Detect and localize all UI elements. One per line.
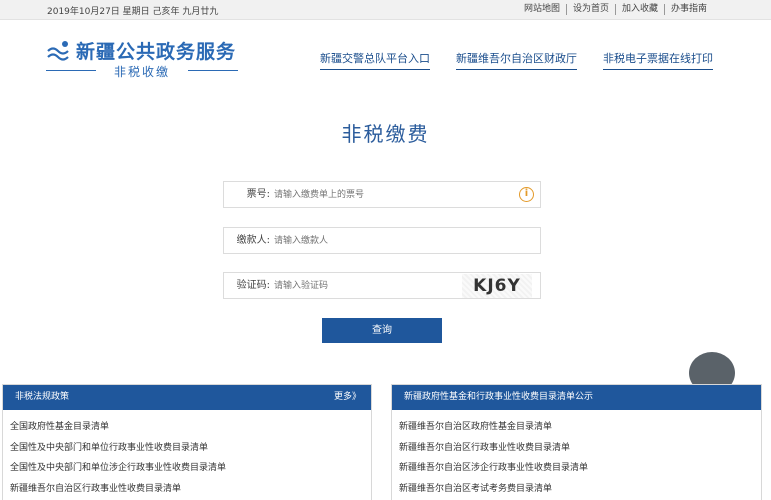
- nav-traffic-police[interactable]: 新疆交警总队平台入口: [320, 50, 430, 70]
- list-item[interactable]: 新疆维吾尔自治区行政事业性收费目录清单: [399, 438, 761, 459]
- list-item[interactable]: 全国政府性基金目录清单: [10, 417, 371, 438]
- payer-field: 缴款人:: [223, 227, 541, 254]
- captcha-field: 验证码: KJ6Y: [223, 272, 541, 299]
- query-button[interactable]: 查询: [322, 318, 442, 343]
- policy-panel-title: 非税法规政策: [15, 392, 70, 402]
- ticket-field: 票号: i: [223, 181, 541, 208]
- list-item[interactable]: 新疆维吾尔自治区涉企行政事业性收费目录清单: [399, 458, 761, 479]
- list-item[interactable]: 全国性及中央部门和单位行政事业性收费目录清单: [10, 438, 371, 459]
- catalog-panel: 新疆政府性基金和行政事业性收费目录清单公示 新疆维吾尔自治区政府性基金目录清单 …: [391, 384, 762, 500]
- captcha-input[interactable]: [270, 275, 450, 296]
- logo-divider-right: [188, 70, 238, 71]
- ticket-label: 票号:: [246, 189, 270, 200]
- payer-input[interactable]: [270, 230, 534, 251]
- service-guide-link[interactable]: 办事指南: [663, 4, 713, 15]
- top-links: 网站地图 设为首页 加入收藏 办事指南: [518, 4, 713, 15]
- ticket-input[interactable]: [270, 184, 510, 205]
- current-date: 2019年10月27日 星期日 己亥年 九月廿九: [47, 7, 219, 17]
- catalog-list: 新疆维吾尔自治区政府性基金目录清单 新疆维吾尔自治区行政事业性收费目录清单 新疆…: [392, 410, 761, 499]
- payer-label: 缴款人:: [236, 235, 270, 246]
- nav-finance-dept[interactable]: 新疆维吾尔自治区财政厅: [456, 50, 577, 70]
- page-title: 非税缴费: [341, 122, 430, 146]
- nav-e-receipt-print[interactable]: 非税电子票据在线打印: [603, 50, 713, 70]
- logo-subtitle: 非税收缴: [113, 65, 170, 79]
- logo-icon: [47, 41, 69, 61]
- top-bar: 2019年10月27日 星期日 己亥年 九月廿九 网站地图 设为首页 加入收藏 …: [0, 0, 771, 20]
- site-map-link[interactable]: 网站地图: [518, 4, 566, 15]
- header: 新疆公共政务服务 非税收缴 新疆交警总队平台入口 新疆维吾尔自治区财政厅 非税电…: [0, 20, 771, 90]
- info-icon[interactable]: i: [519, 187, 534, 202]
- list-item[interactable]: 全国性及中央部门和单位涉企行政事业性收费目录清单: [10, 458, 371, 479]
- more-link[interactable]: 更多》: [334, 385, 361, 410]
- captcha-image[interactable]: KJ6Y: [462, 274, 532, 298]
- policy-list: 全国政府性基金目录清单 全国性及中央部门和单位行政事业性收费目录清单 全国性及中…: [3, 410, 371, 499]
- list-item[interactable]: 新疆维吾尔自治区行政事业性收费目录清单: [10, 479, 371, 500]
- catalog-panel-header: 新疆政府性基金和行政事业性收费目录清单公示: [392, 385, 761, 410]
- add-favorite-link[interactable]: 加入收藏: [614, 4, 664, 15]
- policy-panel-header: 非税法规政策 更多》: [3, 385, 371, 410]
- captcha-label: 验证码:: [236, 280, 270, 291]
- catalog-panel-title: 新疆政府性基金和行政事业性收费目录清单公示: [404, 392, 594, 402]
- site-logo[interactable]: 新疆公共政务服务 非税收缴: [46, 37, 241, 97]
- set-homepage-link[interactable]: 设为首页: [565, 4, 615, 15]
- list-item[interactable]: 新疆维吾尔自治区政府性基金目录清单: [399, 417, 761, 438]
- policy-panel: 非税法规政策 更多》 全国政府性基金目录清单 全国性及中央部门和单位行政事业性收…: [2, 384, 372, 500]
- list-item[interactable]: 新疆维吾尔自治区考试考务费目录清单: [399, 479, 761, 500]
- logo-title: 新疆公共政务服务: [76, 41, 237, 63]
